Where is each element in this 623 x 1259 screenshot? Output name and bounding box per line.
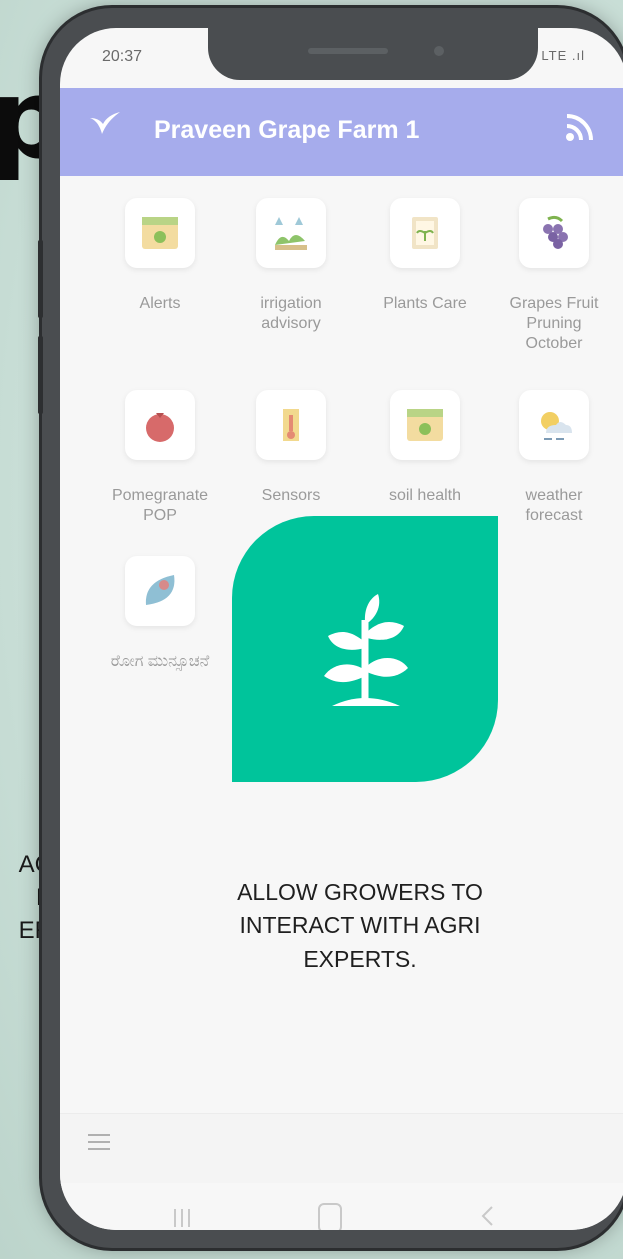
speaker-grille	[308, 48, 388, 54]
tile-label: Grapes Fruit Pruning October	[509, 295, 599, 352]
volume-up-button	[38, 240, 43, 318]
leaf-disease-icon	[125, 556, 195, 626]
tile-label: irrigation advisory	[260, 295, 322, 332]
calendar-gear-icon	[390, 390, 460, 460]
tile-soil-health[interactable]: soil health	[361, 390, 489, 506]
tile-weather-forecast[interactable]: weather forecast	[490, 390, 618, 526]
recent-apps-icon[interactable]	[172, 1209, 192, 1227]
pomegranate-icon	[125, 390, 195, 460]
tile-alerts[interactable]: Alerts	[96, 198, 224, 314]
tile-pomegranate-pop[interactable]: Pomegranate POP	[96, 390, 224, 526]
sprinkler-plants-icon	[256, 198, 326, 268]
caption-line: EXPERTS.	[303, 945, 417, 972]
hamburger-menu-icon[interactable]	[88, 1132, 112, 1152]
tile-grapes-fruit-pruning[interactable]: Grapes Fruit Pruning October	[490, 198, 618, 354]
app-title: Praveen Grape Farm 1	[154, 116, 420, 144]
tile-sensors[interactable]: Sensors	[227, 390, 355, 506]
tile-label: soil health	[388, 487, 462, 504]
tile-disease-prediction[interactable]: ರೋಗ ಮುನ್ಸೂಚನೆ	[96, 556, 224, 672]
tile-irrigation-advisory[interactable]: irrigation advisory	[227, 198, 355, 334]
tile-label: weather forecast	[525, 487, 583, 524]
volume-down-button	[38, 336, 43, 414]
tile-label: Alerts	[139, 295, 181, 312]
feature-card	[232, 516, 498, 782]
system-nav-bar	[60, 1183, 623, 1230]
camera-notch	[208, 28, 538, 80]
tile-plants-care[interactable]: Plants Care	[361, 198, 489, 314]
rss-feed-icon[interactable]	[563, 110, 597, 144]
tile-label: Sensors	[261, 487, 321, 504]
leaf-bird-logo-icon[interactable]	[88, 108, 122, 142]
status-time: 20:37	[102, 48, 143, 65]
caption-line: INTERACT WITH AGRI	[239, 912, 481, 939]
seedling-icon	[324, 594, 408, 706]
feature-caption: ALLOW GROWERS TO INTERACT WITH AGRI EXPE…	[160, 876, 560, 976]
tile-label: Pomegranate POP	[111, 487, 209, 524]
bottom-bar	[60, 1113, 623, 1184]
plant-frame-icon	[390, 198, 460, 268]
caption-line: ALLOW GROWERS TO	[237, 879, 483, 905]
calendar-gear-icon	[125, 198, 195, 268]
grapes-icon	[519, 198, 589, 268]
front-camera	[434, 46, 444, 56]
home-icon[interactable]	[318, 1203, 342, 1230]
back-icon[interactable]	[480, 1205, 494, 1227]
tile-label: Plants Care	[383, 295, 467, 312]
phone-screen: 20:37 Vo LTE .ıl Vo LTE .ıl Praveen Grap…	[60, 28, 623, 1230]
app-bar: Praveen Grape Farm 1	[60, 88, 623, 176]
tile-label: ರೋಗ ಮುನ್ಸೂಚನೆ	[110, 653, 210, 670]
thermometer-icon	[256, 390, 326, 460]
sun-cloud-icon	[519, 390, 589, 460]
phone-frame: 20:37 Vo LTE .ıl Vo LTE .ıl Praveen Grap…	[38, 8, 623, 1248]
